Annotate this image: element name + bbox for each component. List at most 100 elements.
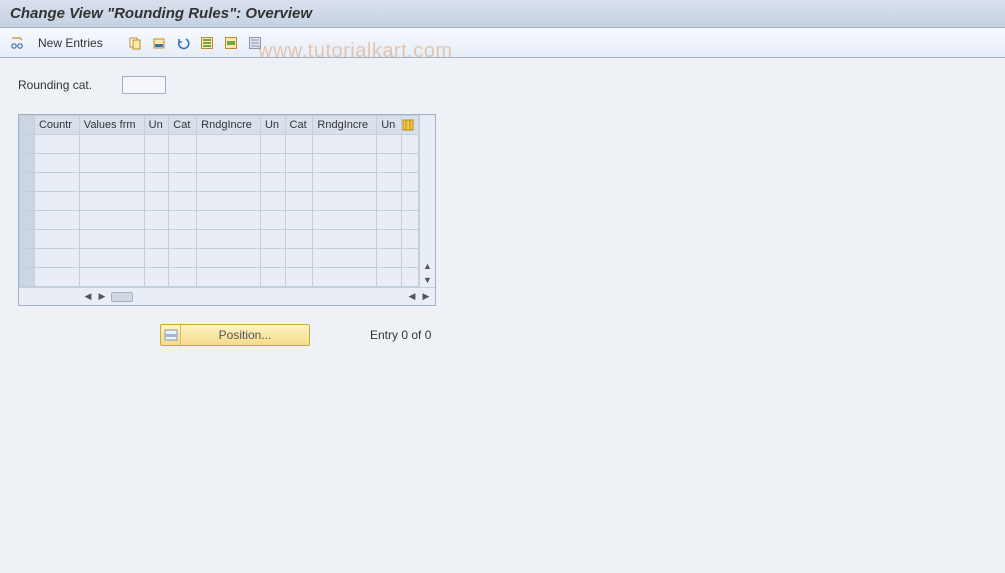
table-cell[interactable] <box>79 135 144 154</box>
table-row[interactable] <box>20 230 419 249</box>
table-cell[interactable] <box>260 192 285 211</box>
table-cell[interactable] <box>34 211 79 230</box>
table-cell[interactable] <box>260 154 285 173</box>
table-cell[interactable] <box>169 192 197 211</box>
row-selector[interactable] <box>20 249 35 268</box>
table-cell[interactable] <box>34 173 79 192</box>
col-un-3[interactable]: Un <box>377 116 402 135</box>
table-cell[interactable] <box>34 268 79 287</box>
table-cell[interactable] <box>79 173 144 192</box>
table-cell[interactable] <box>285 192 313 211</box>
table-cell[interactable] <box>260 173 285 192</box>
scroll-left-end-icon[interactable]: ◀ <box>405 291 419 302</box>
table-cell[interactable] <box>144 154 169 173</box>
table-cell[interactable] <box>313 268 377 287</box>
table-row[interactable] <box>20 268 419 287</box>
table-cell[interactable] <box>377 192 402 211</box>
table-cell[interactable] <box>285 268 313 287</box>
select-block-button[interactable] <box>221 33 241 53</box>
table-cell[interactable] <box>144 230 169 249</box>
col-un-1[interactable]: Un <box>144 116 169 135</box>
row-selector[interactable] <box>20 192 35 211</box>
new-entries-button[interactable]: New Entries <box>32 34 109 52</box>
table-cell[interactable] <box>285 230 313 249</box>
table-cell[interactable] <box>169 230 197 249</box>
table-cell[interactable] <box>144 192 169 211</box>
table-cell[interactable] <box>197 135 261 154</box>
table-cell[interactable] <box>169 211 197 230</box>
table-cell[interactable] <box>377 230 402 249</box>
table-cell[interactable] <box>260 249 285 268</box>
table-cell[interactable] <box>169 268 197 287</box>
col-cat-1[interactable]: Cat <box>169 116 197 135</box>
table-row[interactable] <box>20 192 419 211</box>
table-cell[interactable] <box>169 173 197 192</box>
scroll-right-icon[interactable]: ▶ <box>419 291 433 302</box>
scroll-thumb[interactable] <box>111 292 133 302</box>
copy-button[interactable] <box>125 33 145 53</box>
table-cell[interactable] <box>169 154 197 173</box>
table-cell[interactable] <box>285 173 313 192</box>
row-selector[interactable] <box>20 154 35 173</box>
table-cell[interactable] <box>197 154 261 173</box>
table-cell[interactable] <box>285 249 313 268</box>
table-cell[interactable] <box>169 249 197 268</box>
col-cat-2[interactable]: Cat <box>285 116 313 135</box>
position-button[interactable]: Position... <box>160 324 310 346</box>
table-row[interactable] <box>20 173 419 192</box>
vertical-scrollbar[interactable]: ▲ ▼ <box>419 115 435 287</box>
table-cell[interactable] <box>197 211 261 230</box>
table-cell[interactable] <box>169 135 197 154</box>
table-cell[interactable] <box>285 211 313 230</box>
table-cell[interactable] <box>197 268 261 287</box>
table-cell[interactable] <box>34 249 79 268</box>
toggle-edit-button[interactable] <box>8 33 28 53</box>
col-countr[interactable]: Countr <box>34 116 79 135</box>
table-cell[interactable] <box>144 211 169 230</box>
rounding-cat-input[interactable] <box>122 76 166 94</box>
table-cell[interactable] <box>285 154 313 173</box>
row-selector[interactable] <box>20 135 35 154</box>
table-row[interactable] <box>20 249 419 268</box>
table-cell[interactable] <box>79 192 144 211</box>
table-cell[interactable] <box>260 268 285 287</box>
undo-button[interactable] <box>173 33 193 53</box>
table-config-button[interactable] <box>401 116 418 135</box>
col-rndgincre-1[interactable]: RndgIncre <box>197 116 261 135</box>
table-cell[interactable] <box>144 135 169 154</box>
table-cell[interactable] <box>34 192 79 211</box>
table-cell[interactable] <box>79 154 144 173</box>
table-cell[interactable] <box>197 249 261 268</box>
row-selector[interactable] <box>20 173 35 192</box>
table-cell[interactable] <box>377 154 402 173</box>
row-selector[interactable] <box>20 211 35 230</box>
col-rndgincre-2[interactable]: RndgIncre <box>313 116 377 135</box>
table-cell[interactable] <box>313 249 377 268</box>
table-cell[interactable] <box>79 230 144 249</box>
table-cell[interactable] <box>285 135 313 154</box>
table-cell[interactable] <box>79 268 144 287</box>
table-row[interactable] <box>20 211 419 230</box>
table-cell[interactable] <box>34 154 79 173</box>
table-cell[interactable] <box>197 173 261 192</box>
select-all-button[interactable] <box>197 33 217 53</box>
scroll-down-icon[interactable]: ▼ <box>420 273 435 287</box>
horizontal-scrollbar[interactable]: ◀ ▶ ◀ ▶ <box>19 287 435 305</box>
table-cell[interactable] <box>144 268 169 287</box>
table-cell[interactable] <box>144 173 169 192</box>
table-cell[interactable] <box>197 192 261 211</box>
scroll-right-inner-icon[interactable]: ▶ <box>95 291 109 302</box>
table-cell[interactable] <box>79 249 144 268</box>
deselect-all-button[interactable] <box>245 33 265 53</box>
table-cell[interactable] <box>144 249 169 268</box>
table-cell[interactable] <box>313 192 377 211</box>
col-values-frm[interactable]: Values frm <box>79 116 144 135</box>
table-cell[interactable] <box>313 211 377 230</box>
table-cell[interactable] <box>377 135 402 154</box>
table-row[interactable] <box>20 135 419 154</box>
table-cell[interactable] <box>79 211 144 230</box>
table-cell[interactable] <box>313 154 377 173</box>
col-un-2[interactable]: Un <box>260 116 285 135</box>
table-cell[interactable] <box>377 173 402 192</box>
table-cell[interactable] <box>377 249 402 268</box>
